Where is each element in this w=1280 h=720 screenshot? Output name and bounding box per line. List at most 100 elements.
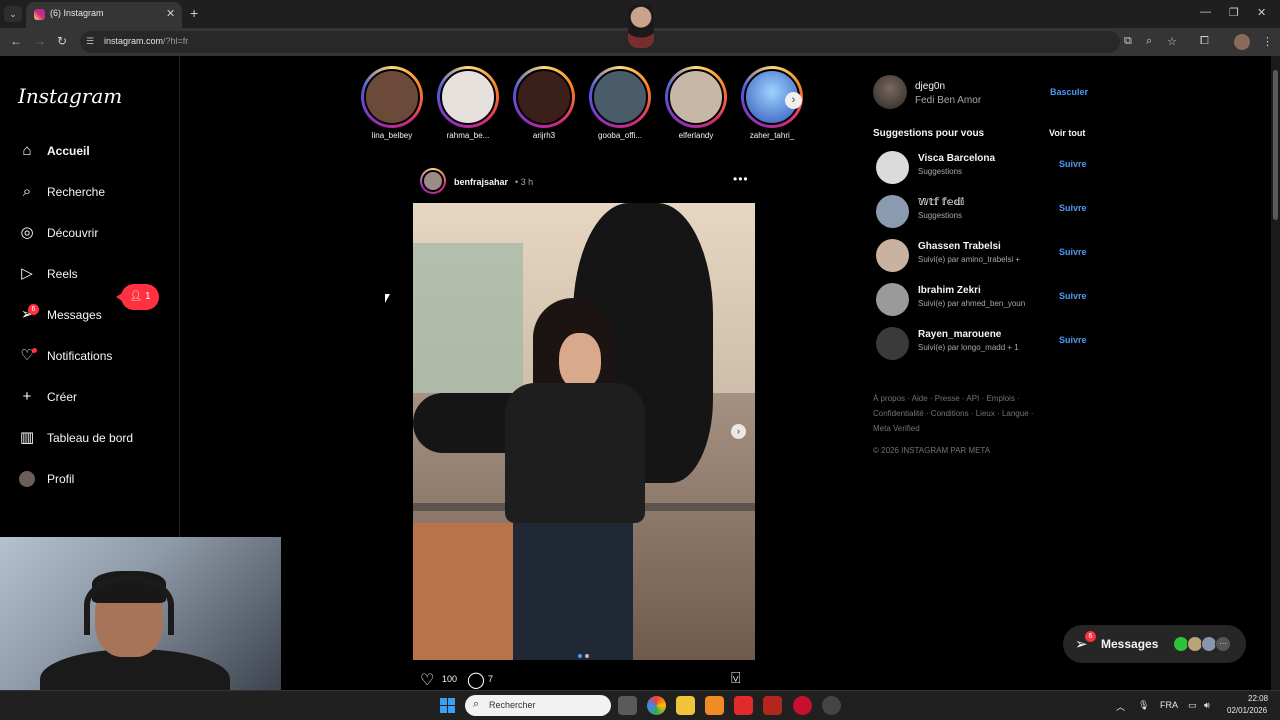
comment-icon[interactable]: ◯	[467, 670, 485, 690]
restore-icon[interactable]: ❐	[1229, 6, 1239, 19]
close-window-icon[interactable]: ✕	[1257, 6, 1266, 19]
current-user-avatar[interactable]	[873, 75, 907, 109]
messages-floating-button[interactable]: ➢ 6 Messages ···	[1063, 625, 1246, 663]
volume-icon[interactable]: 🔊︎	[1204, 700, 1210, 711]
story-username: rahma_be...	[446, 131, 490, 140]
post-author-username[interactable]: benfrajsahar	[454, 177, 508, 187]
bookmark-star-icon[interactable]: ☆	[1167, 35, 1177, 48]
suggestion-avatar[interactable]	[876, 283, 909, 316]
sidebar-item-explore[interactable]: ◎ Découvrir	[14, 218, 174, 250]
see-all-link[interactable]: Voir tout	[1049, 128, 1085, 138]
suggestion-item: Rayen_marouene Suivi(e) par longo_madd +…	[876, 327, 1087, 363]
task-view-icon[interactable]	[618, 696, 637, 715]
search-icon: ⌕	[22, 183, 32, 200]
sidebar-item-notifications[interactable]: ♡ Notifications	[14, 341, 174, 373]
scrollbar-thumb[interactable]	[1273, 70, 1278, 220]
zoom-icon[interactable]: ⌕	[1146, 35, 1152, 48]
tray-chevron-icon[interactable]: ︿	[1116, 700, 1125, 713]
file-explorer-icon[interactable]	[676, 696, 695, 715]
instagram-logo[interactable]: Instagram	[18, 84, 122, 108]
back-icon[interactable]: ←	[10, 34, 22, 48]
network-icon[interactable]: ▭	[1188, 700, 1197, 711]
suggestion-item: Ibrahim Zekri Suivi(e) par ahmed_ben_you…	[876, 283, 1087, 319]
footer-line[interactable]: À propos · Aide · Presse · API · Emplois…	[873, 391, 1073, 406]
post-image[interactable]	[413, 203, 755, 660]
instagram-favicon-icon	[34, 9, 45, 20]
more-options-icon[interactable]: •••	[733, 172, 749, 186]
footer-links[interactable]: À propos · Aide · Presse · API · Emplois…	[873, 391, 1073, 436]
sidebar-item-label: Tableau de bord	[47, 431, 134, 445]
app-icon[interactable]	[734, 696, 753, 715]
footer-line[interactable]: Confidentialité · Conditions · Lieux · L…	[873, 406, 1073, 421]
follow-button[interactable]: Suivre	[1059, 247, 1087, 257]
footer-line[interactable]: Meta Verified	[873, 421, 1073, 436]
windows-taskbar: ⌕ Rechercher ︿ 🎙︎ FRA ▭ 🔊︎ 22:08 02/01/2…	[0, 690, 1280, 720]
sidebar-item-home[interactable]: ⌂ Accueil	[14, 136, 174, 168]
app-icon[interactable]	[822, 696, 841, 715]
post-author-avatar[interactable]	[420, 168, 446, 194]
sidebar-item-create[interactable]: + Créer	[14, 382, 174, 414]
tab-search-icon[interactable]: ⌄	[4, 6, 22, 22]
notification-popup-badge[interactable]: 👤︎ 1	[116, 284, 159, 310]
story-item[interactable]: rahma_be...	[436, 66, 502, 146]
site-info-icon[interactable]: ☰	[86, 36, 94, 47]
windows-start-icon[interactable]	[440, 698, 456, 714]
carousel-next-icon[interactable]: ›	[731, 424, 746, 439]
story-item[interactable]: gooba_offi...	[588, 66, 654, 146]
story-item[interactable]: arijrh3	[512, 66, 578, 146]
sidebar-item-label: Reels	[47, 267, 78, 281]
clock-time[interactable]: 22:08	[1248, 694, 1268, 703]
forward-icon[interactable]: →	[34, 34, 46, 48]
suggestion-avatar[interactable]	[876, 239, 909, 272]
suggestion-name[interactable]: 𝕎𝕥𝕗 𝕗𝕖𝕕𝕚	[918, 197, 964, 208]
browser-profile-avatar[interactable]	[1234, 34, 1250, 50]
new-tab-icon[interactable]: +	[190, 5, 198, 21]
story-item[interactable]: lina_belbey	[360, 66, 426, 146]
story-username: lina_belbey	[371, 131, 413, 140]
sidebar-item-label: Notifications	[47, 349, 113, 363]
language-indicator[interactable]: FRA	[1160, 700, 1178, 710]
stories-next-icon[interactable]: ›	[785, 92, 802, 109]
follow-button[interactable]: Suivre	[1059, 335, 1087, 345]
follow-button[interactable]: Suivre	[1059, 203, 1087, 213]
address-bar[interactable]: ☰ instagram.com/?hl=fr	[80, 31, 1120, 53]
switch-account-button[interactable]: Basculer	[1050, 87, 1088, 97]
suggestion-name[interactable]: Rayen_marouene	[918, 329, 1001, 340]
story-item[interactable]: elferlandy	[664, 66, 730, 146]
suggestion-name[interactable]: Ibrahim Zekri	[918, 285, 981, 296]
microphone-icon[interactable]: 🎙︎	[1138, 700, 1149, 711]
follow-button[interactable]: Suivre	[1059, 291, 1087, 301]
url-text[interactable]: instagram.com/?hl=fr	[104, 36, 188, 46]
suggestion-name[interactable]: Ghassen Trabelsi	[918, 241, 1001, 252]
install-app-icon[interactable]: ⧉	[1124, 35, 1132, 48]
taskbar-search-input[interactable]: ⌕ Rechercher	[465, 695, 611, 716]
extensions-icon[interactable]: ⧠	[1200, 35, 1209, 48]
clock-date[interactable]: 02/01/2026	[1227, 706, 1267, 715]
opera-icon[interactable]	[793, 696, 812, 715]
reload-icon[interactable]: ↻	[57, 34, 67, 48]
current-username[interactable]: djeg0n	[915, 81, 945, 92]
suggestion-avatar[interactable]	[876, 327, 909, 360]
sidebar-item-label: Profil	[47, 472, 75, 486]
sidebar-item-dashboard[interactable]: ▥ Tableau de bord	[14, 423, 174, 455]
app-icon[interactable]	[705, 696, 724, 715]
page-scrollbar[interactable]	[1271, 56, 1280, 690]
suggestion-name[interactable]: Visca Barcelona	[918, 153, 995, 164]
like-icon[interactable]: ♡	[420, 670, 434, 690]
chrome-icon[interactable]	[647, 696, 666, 715]
save-bookmark-icon[interactable]: ⍌	[731, 670, 741, 688]
minimize-icon[interactable]: —	[1200, 6, 1211, 18]
sidebar-item-search[interactable]: ⌕ Recherche	[14, 177, 174, 209]
comments-count[interactable]: 7	[488, 674, 493, 684]
suggestion-avatar[interactable]	[876, 195, 909, 228]
sidebar-item-profile[interactable]: Profil	[14, 464, 174, 496]
messages-badge: 6	[28, 304, 39, 315]
follow-button[interactable]: Suivre	[1059, 159, 1087, 169]
url-host: instagram.com	[104, 36, 164, 46]
suggestion-avatar[interactable]	[876, 151, 909, 184]
browser-tab[interactable]: (6) Instagram ✕	[26, 2, 182, 28]
likes-count[interactable]: 100	[442, 674, 457, 684]
close-tab-icon[interactable]: ✕	[166, 7, 175, 20]
browser-menu-icon[interactable]: ⋮	[1262, 35, 1273, 48]
app-icon[interactable]	[763, 696, 782, 715]
